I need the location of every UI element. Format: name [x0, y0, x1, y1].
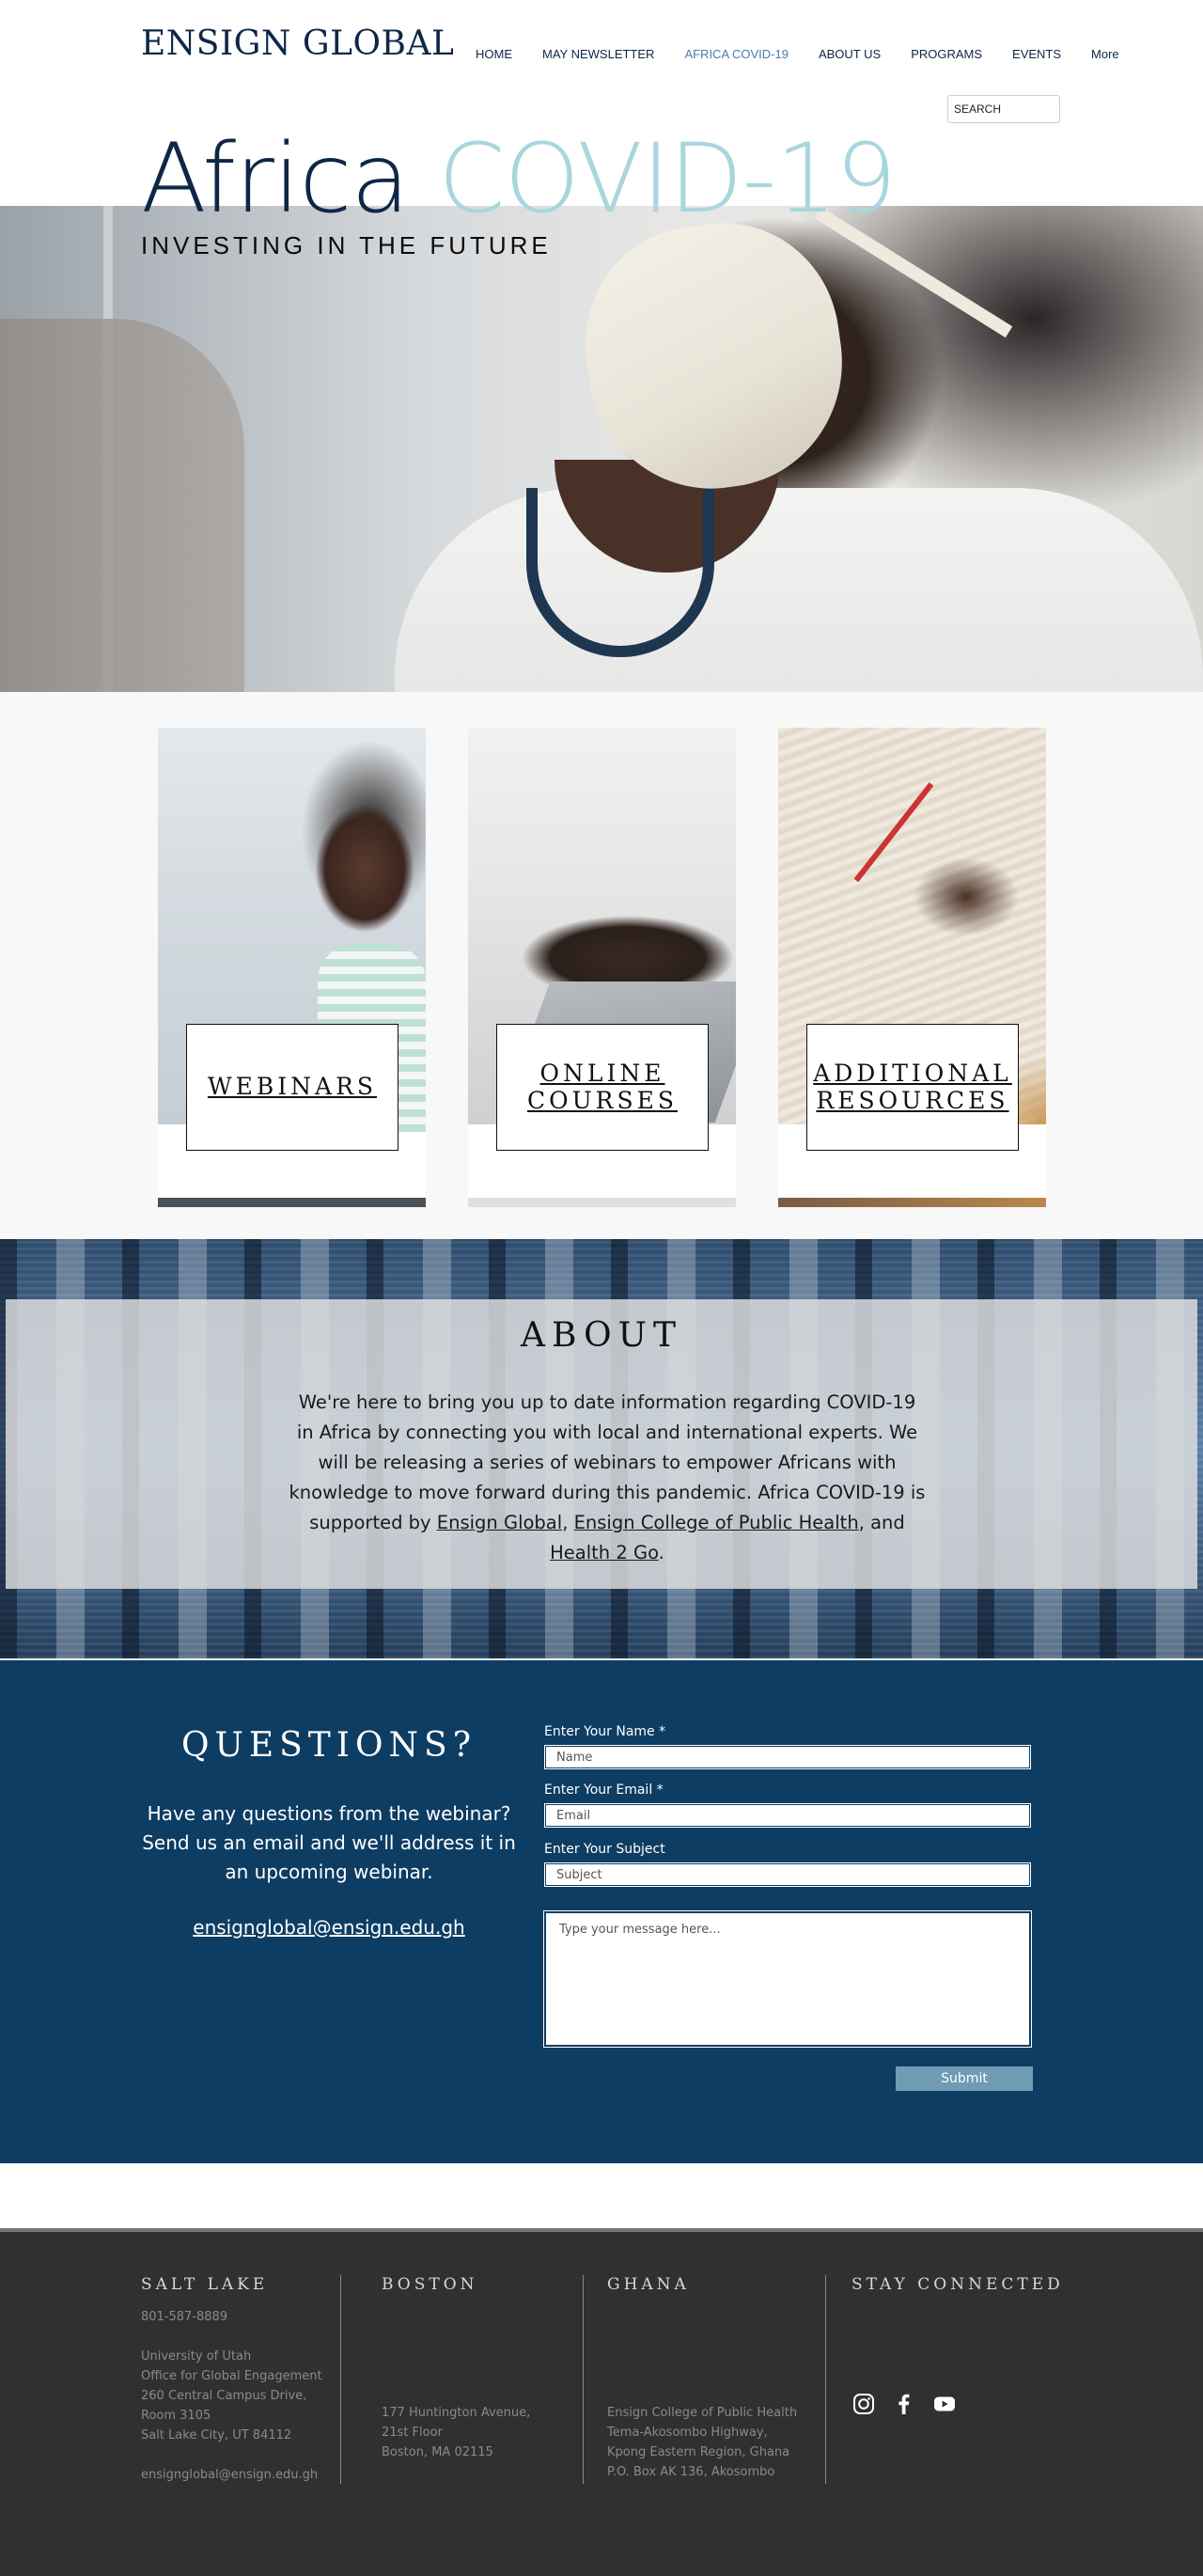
address-line: Office for Global Engagement [141, 2369, 322, 2383]
page-subtitle: INVESTING IN THE FUTURE [141, 231, 552, 259]
patient-arm-shape [0, 319, 244, 692]
webinars-link[interactable]: WEBINARS [207, 1073, 378, 1101]
ensign-global-link[interactable]: Ensign Global [437, 1512, 562, 1533]
address-line: Kpong Eastern Region, Ghana [607, 2445, 790, 2459]
questions-title: QUESTIONS? [180, 1726, 477, 1765]
nav-item-africa-covid-19[interactable]: AFRICA COVID-19 [669, 47, 804, 61]
footer-divider [340, 2275, 341, 2484]
questions-email-link[interactable]: ensignglobal@ensign.edu.gh [141, 1916, 517, 1939]
address-line: University of Utah [141, 2349, 252, 2364]
social-icons [851, 2392, 1064, 2416]
page-title: Africa COVID-19 [141, 132, 897, 228]
online-courses-link-box[interactable]: ONLINE COURSES [496, 1024, 709, 1151]
boston-address: 177 Huntington Avenue, 21st Floor Boston… [382, 2403, 530, 2462]
main-nav: HOME MAY NEWSLETTER AFRICA COVID-19 ABOU… [461, 47, 1134, 61]
additional-resources-card[interactable]: ADDITIONAL RESOURCES [778, 728, 1046, 1207]
webinars-link-box[interactable]: WEBINARS [186, 1024, 398, 1151]
hero-image [0, 206, 1203, 692]
card-bar [468, 1198, 736, 1207]
address-line: 260 Central Campus Drive, [141, 2389, 307, 2403]
instagram-icon[interactable] [851, 2392, 876, 2416]
subject-label: Enter Your Subject [544, 1842, 665, 1857]
nav-item-events[interactable]: EVENTS [997, 47, 1076, 61]
facebook-icon[interactable] [892, 2392, 916, 2416]
salt-lake-heading: SALT LAKE [141, 2275, 269, 2294]
about-text: We're here to bring you up to date infor… [288, 1388, 927, 1568]
about-section: ABOUT We're here to bring you up to date… [0, 1239, 1203, 1658]
address-line: Ensign College of Public Health [607, 2406, 798, 2420]
address-line: P.O. Box AK 136, Akosombo [607, 2465, 775, 2479]
address-line: Tema-Akosombo Highway, [607, 2426, 768, 2440]
stay-connected-heading: STAY CONNECTED [851, 2275, 1064, 2294]
online-courses-link[interactable]: ONLINE COURSES [527, 1060, 678, 1115]
nav-item-may-newsletter[interactable]: MAY NEWSLETTER [527, 47, 669, 61]
address-line: 177 Huntington Avenue, [382, 2406, 531, 2420]
additional-resources-link[interactable]: ADDITIONAL RESOURCES [813, 1060, 1012, 1115]
salt-lake-phone[interactable]: 801-587-8889 [141, 2307, 322, 2327]
name-field[interactable] [544, 1745, 1031, 1769]
email-label: Enter Your Email * [544, 1783, 664, 1798]
site-footer: SALT LAKE 801-587-8889 University of Uta… [0, 2228, 1203, 2576]
site-logo[interactable]: ENSIGN GLOBAL [141, 24, 454, 63]
footer-salt-lake: SALT LAKE 801-587-8889 University of Uta… [141, 2275, 322, 2485]
about-separator: , and [858, 1512, 905, 1533]
cards-section: WEBINARS ONLINE COURSES ADDITIONAL RESOURC… [0, 692, 1203, 1239]
online-courses-card[interactable]: ONLINE COURSES [468, 728, 736, 1207]
health-2-go-link[interactable]: Health 2 Go [550, 1542, 659, 1563]
nav-item-programs[interactable]: PROGRAMS [896, 47, 997, 61]
subject-field[interactable] [544, 1862, 1031, 1887]
questions-text: Have any questions from the webinar? Sen… [142, 1802, 516, 1883]
about-separator: , [562, 1512, 569, 1533]
youtube-icon[interactable] [932, 2392, 957, 2416]
lab-coat-shape [395, 488, 1203, 692]
address-line: Room 3105 [141, 2409, 211, 2423]
address-line: Boston, MA 02115 [382, 2445, 493, 2459]
about-panel: ABOUT We're here to bring you up to date… [6, 1299, 1197, 1589]
nav-item-about-us[interactable]: ABOUT US [804, 47, 896, 61]
card-bar [158, 1198, 426, 1207]
ghana-heading: GHANA [607, 2275, 690, 2294]
hero-title-wrap: Africa COVID-19 [141, 132, 897, 228]
about-end: . [658, 1542, 664, 1563]
online-courses-link-line1: ONLINE [539, 1059, 665, 1087]
questions-section: QUESTIONS? Have any questions from the w… [0, 1660, 1203, 2163]
about-title: ABOUT [521, 1316, 682, 1355]
email-field[interactable] [544, 1803, 1031, 1828]
footer-divider [583, 2275, 584, 2484]
page-title-part2: COVID-19 [438, 123, 897, 235]
online-courses-link-line2: COURSES [526, 1086, 679, 1114]
salt-lake-email[interactable]: ensignglobal@ensign.edu.gh [141, 2465, 322, 2485]
submit-button[interactable]: Submit [896, 2066, 1033, 2091]
message-field[interactable] [543, 1910, 1032, 2048]
footer-ghana: GHANA Ensign College of Public Health Te… [607, 2275, 797, 2482]
webinars-link-text: WEBINARS [207, 1073, 378, 1101]
page-title-part1: Africa [141, 123, 410, 235]
nav-item-more[interactable]: More [1076, 47, 1134, 61]
ghana-address: Ensign College of Public Health Tema-Ako… [607, 2403, 797, 2482]
name-label: Enter Your Name * [544, 1724, 666, 1739]
nav-item-home[interactable]: HOME [461, 47, 527, 61]
additional-resources-link-line2: RESOURCES [816, 1086, 1009, 1114]
additional-resources-link-line1: ADDITIONAL [813, 1059, 1012, 1087]
salt-lake-address: University of Utah Office for Global Eng… [141, 2347, 322, 2445]
footer-boston: BOSTON 177 Huntington Avenue, 21st Floor… [382, 2275, 530, 2462]
webinars-card[interactable]: WEBINARS [158, 728, 426, 1207]
additional-resources-link-box[interactable]: ADDITIONAL RESOURCES [806, 1024, 1019, 1151]
card-bar [778, 1198, 1046, 1207]
footer-stay-connected: STAY CONNECTED [851, 2275, 1064, 2416]
search-input[interactable] [947, 95, 1060, 123]
ensign-college-link[interactable]: Ensign College of Public Health [574, 1512, 859, 1533]
boston-heading: BOSTON [382, 2275, 478, 2294]
address-line: Salt Lake City, UT 84112 [141, 2428, 292, 2442]
address-line: 21st Floor [382, 2426, 443, 2440]
footer-divider [825, 2275, 826, 2484]
